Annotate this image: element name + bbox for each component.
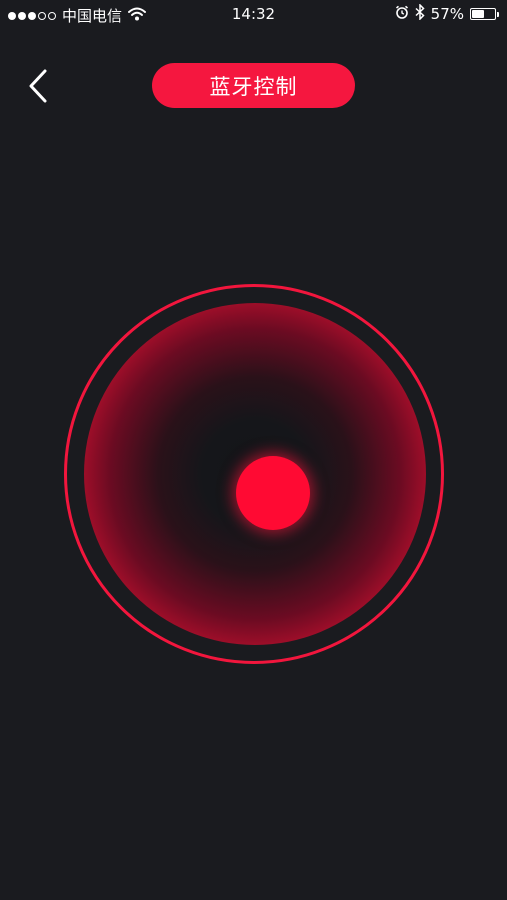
control-knob[interactable] (236, 456, 310, 530)
battery-icon (470, 8, 499, 20)
bluetooth-control-screen: 中国电信 14:32 57% 蓝牙控制 (0, 0, 507, 900)
page-title: 蓝牙控制 (152, 63, 355, 108)
battery-fill (472, 10, 484, 18)
status-bar: 中国电信 14:32 57% (0, 0, 507, 30)
bluetooth-icon (415, 3, 425, 24)
battery-percent: 57% (430, 5, 464, 23)
page-title-label: 蓝牙控制 (209, 74, 298, 99)
alarm-clock-icon (395, 5, 409, 23)
glow-disc[interactable] (84, 303, 426, 645)
bluetooth-control-pad[interactable] (64, 284, 444, 664)
chevron-left-icon (29, 69, 47, 103)
back-button[interactable] (18, 66, 58, 106)
battery-nub (497, 11, 499, 17)
battery-body (470, 8, 496, 20)
status-right: 57% (395, 3, 499, 24)
